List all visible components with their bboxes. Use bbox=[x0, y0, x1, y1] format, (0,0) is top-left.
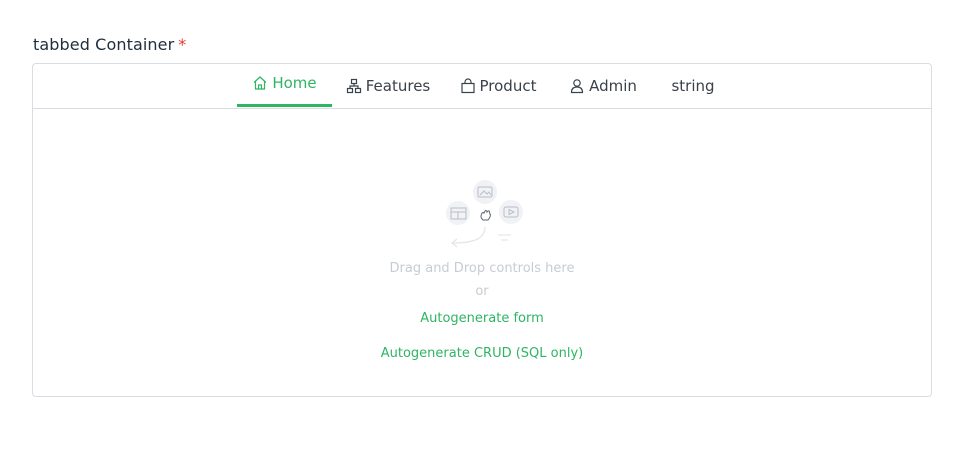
or-separator: or bbox=[475, 284, 489, 299]
tab-bar: Home Features Product Admin string bbox=[33, 64, 931, 109]
autogenerate-form-link[interactable]: Autogenerate form bbox=[33, 311, 931, 326]
required-star: * bbox=[178, 35, 187, 54]
tab-home[interactable]: Home bbox=[237, 61, 332, 107]
drag-drop-hint: Drag and Drop controls here bbox=[389, 261, 575, 276]
tab-admin-label: Admin bbox=[589, 77, 637, 95]
tab-string[interactable]: string bbox=[663, 64, 723, 108]
tab-home-label: Home bbox=[272, 74, 317, 92]
home-icon bbox=[253, 76, 267, 90]
tab-product[interactable]: Product bbox=[455, 64, 541, 108]
tab-product-label: Product bbox=[479, 77, 537, 95]
drop-zone[interactable]: Drag and Drop controls here or Autogener… bbox=[33, 109, 931, 396]
tab-features-label: Features bbox=[365, 77, 431, 95]
field-label: tabbed Container * bbox=[33, 35, 186, 54]
field-label-text: tabbed Container bbox=[33, 35, 175, 54]
user-icon bbox=[570, 79, 584, 94]
bag-icon bbox=[460, 78, 475, 94]
tab-admin[interactable]: Admin bbox=[565, 64, 641, 108]
sitemap-icon bbox=[346, 78, 361, 94]
tab-string-label: string bbox=[671, 77, 715, 95]
drag-drop-illustration-icon bbox=[446, 180, 523, 248]
autogenerate-crud-link[interactable]: Autogenerate CRUD (SQL only) bbox=[33, 346, 931, 361]
tab-features[interactable]: Features bbox=[343, 64, 433, 108]
tabbed-container: Home Features Product Admin string Drag … bbox=[32, 63, 932, 397]
